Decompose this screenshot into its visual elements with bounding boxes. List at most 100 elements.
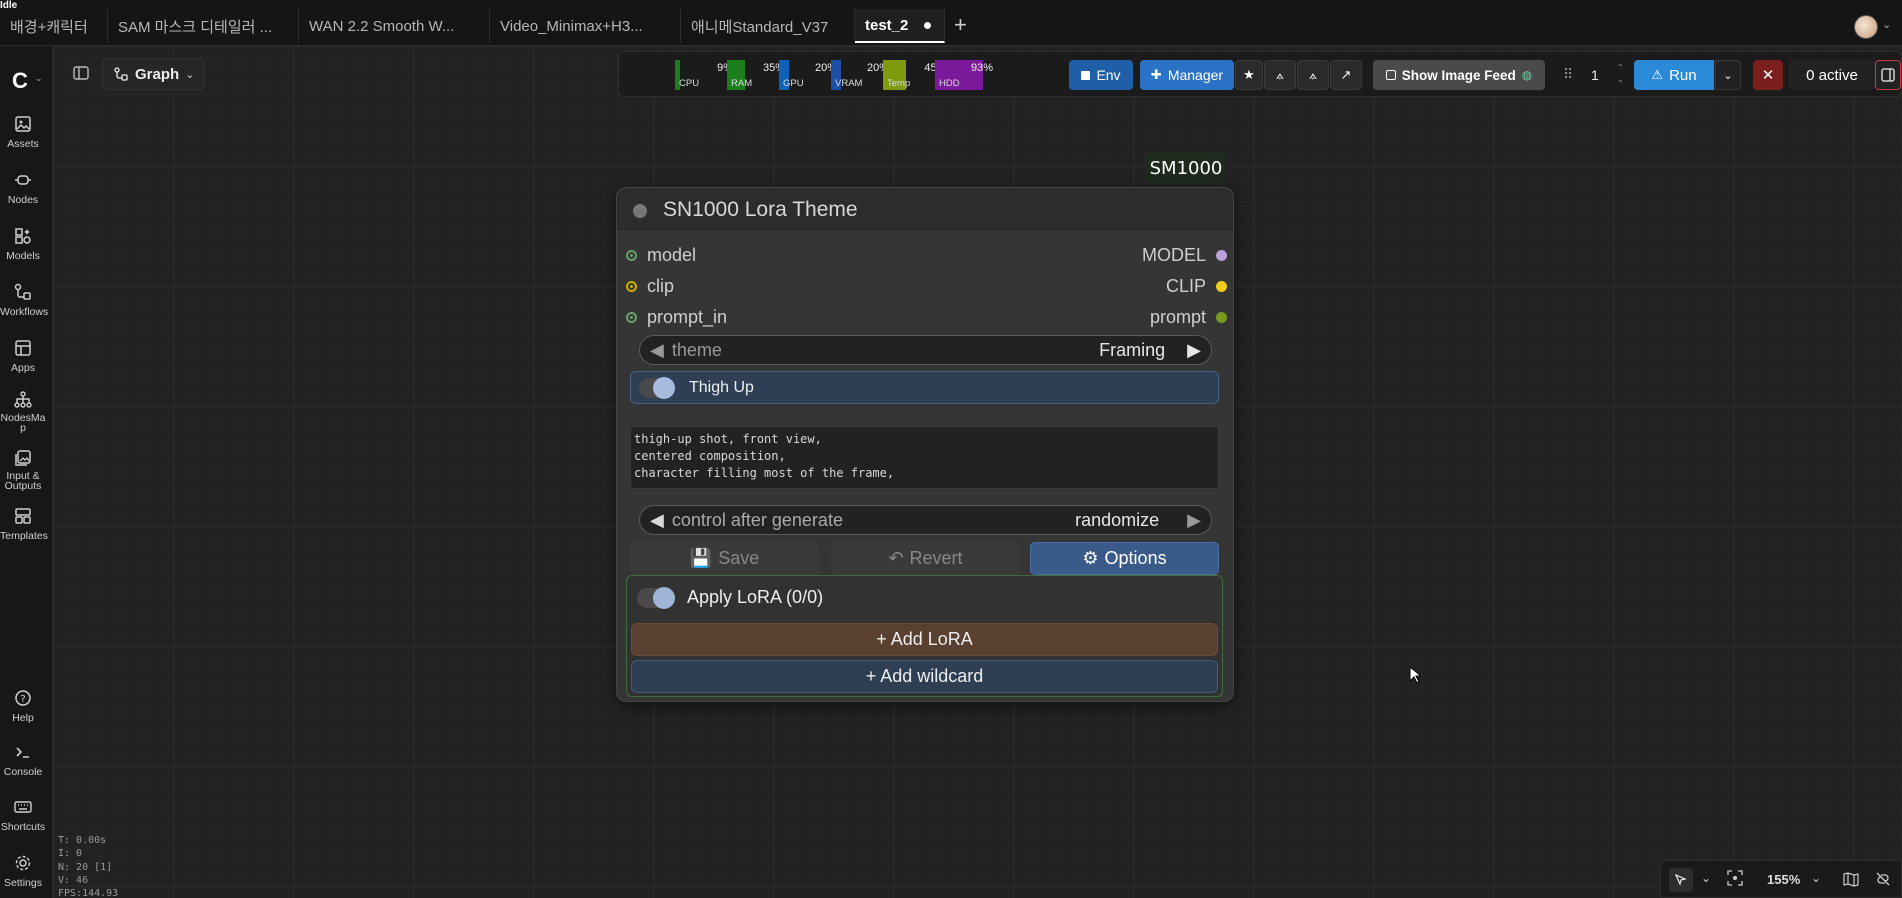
input-slot-model[interactable]: model [626, 245, 696, 266]
apply-lora-toggle[interactable] [637, 586, 675, 609]
new-tab-plus-icon[interactable]: + [954, 12, 967, 38]
sidebar-item-apps[interactable]: Apps [0, 339, 46, 374]
left-arrow-icon[interactable]: ◀ [650, 340, 664, 361]
sidebar-item-nodes[interactable]: Nodes [0, 171, 46, 206]
image-feed-icon [1385, 70, 1396, 80]
env-button[interactable]: Env [1069, 60, 1133, 90]
undo-icon: ↶ [888, 548, 904, 568]
canvas-controls: ⌄ 155% ⌄ [1660, 860, 1902, 898]
queue-stepper-icon[interactable]: ⌃ ⌄ [1617, 62, 1624, 86]
chevron-down-icon[interactable]: ⌄ [1882, 18, 1891, 31]
toggle-panel-icon[interactable] [72, 64, 92, 84]
io-icon [15, 450, 31, 466]
collapse-dot-icon[interactable] [633, 204, 647, 218]
right-arrow-icon[interactable]: ▶ [1187, 510, 1201, 531]
right-arrow-icon[interactable]: ▶ [1187, 340, 1201, 361]
share-icon[interactable]: ↗ [1330, 60, 1362, 90]
user-avatar[interactable] [1854, 15, 1878, 39]
sidebar-item-console[interactable]: Console [0, 743, 46, 778]
left-sidebar: C ⌄ Assets Nodes Models Workflows Apps N… [0, 46, 53, 898]
revert-button[interactable]: ↶ Revert [831, 542, 1020, 575]
options-button[interactable]: ⚙ Options [1030, 542, 1219, 575]
tab-video-minimax[interactable]: Video_Minimax+H3... [490, 9, 681, 43]
comfy-logo-icon[interactable]: C [12, 68, 28, 94]
graph-breadcrumb-button[interactable]: Graph ⌄ [102, 58, 206, 90]
sidebar-item-shortcuts[interactable]: Shortcuts [0, 798, 46, 833]
sidebar-item-help[interactable]: ? Help [0, 689, 46, 724]
save-button[interactable]: 💾 Save [630, 542, 819, 575]
apply-lora-row[interactable]: Apply LoRA (0/0) [637, 586, 823, 609]
control-label: control after generate [671, 509, 843, 530]
run-button[interactable]: ⚠ Run [1634, 60, 1714, 90]
output-dot-icon[interactable] [1216, 281, 1227, 292]
theme-combo[interactable]: ◀ theme Framing ▶ [639, 335, 1212, 365]
manager-button[interactable]: ✚ Manager [1140, 60, 1234, 90]
tab-bar: Idle 배경+캐릭터 SAM 마스크 디테일러 ... WAN 2.2 Smo… [0, 0, 1902, 46]
run-options-chevron-icon[interactable]: ⌄ [1715, 60, 1741, 90]
tab-bg-character[interactable]: 배경+캐릭터 [0, 9, 108, 43]
show-image-feed-button[interactable]: Show Image Feed ◍ [1373, 60, 1545, 90]
tab-label: WAN 2.2 Smooth W... [309, 17, 455, 35]
chevron-down-icon[interactable]: ⌄ [35, 73, 43, 84]
output-slot-model[interactable]: MODEL [1142, 245, 1227, 266]
active-count-label: 0 active [1806, 66, 1858, 84]
active-count-button[interactable]: 0 active [1789, 60, 1875, 90]
tab-sam-mask[interactable]: SAM 마스크 디테일러 ... [108, 9, 299, 43]
thigh-up-toggle[interactable] [639, 376, 675, 399]
sidebar-item-templates[interactable]: Templates [0, 507, 48, 542]
input-dot-icon[interactable] [626, 250, 637, 261]
chevron-down-icon[interactable]: ⌄ [1701, 871, 1711, 885]
fit-view-icon[interactable] [1727, 870, 1743, 891]
toggle-right-panel-icon[interactable] [1875, 60, 1901, 90]
gear-icon [15, 855, 31, 871]
sidebar-item-settings[interactable]: Settings [0, 854, 46, 889]
control-after-generate-combo[interactable]: ◀ control after generate randomize ▶ [639, 505, 1212, 535]
add-wildcard-button[interactable]: + Add wildcard [631, 660, 1218, 693]
sidebar-item-label: Models [6, 250, 40, 262]
sidebar-item-label: Nodes [7, 194, 39, 206]
cancel-run-icon[interactable]: ✕ [1753, 60, 1783, 90]
sidebar-item-models[interactable]: Models [0, 227, 46, 262]
output-slot-clip[interactable]: CLIP [1166, 276, 1227, 297]
manager-label: Manager [1167, 67, 1224, 83]
minimap-icon[interactable] [1843, 871, 1859, 892]
sidebar-item-assets[interactable]: Assets [0, 115, 46, 150]
templates-icon [15, 508, 31, 524]
slot-label: prompt [1149, 307, 1206, 327]
tab-label: Video_Minimax+H3... [500, 17, 643, 35]
sidebar-item-input-outputs[interactable]: Input & Outputs [0, 449, 46, 491]
warning-icon: ⚠ [1651, 67, 1664, 82]
input-slot-prompt-in[interactable]: prompt_in [626, 307, 727, 328]
left-arrow-icon[interactable]: ◀ [650, 510, 664, 531]
stat-v: V: 46 [58, 874, 89, 886]
output-dot-icon[interactable] [1216, 250, 1227, 261]
node-header[interactable]: SN1000 Lora Theme [617, 188, 1233, 232]
chevron-down-icon[interactable]: ⌄ [1811, 871, 1821, 885]
image-feed-label: Show Image Feed [1401, 67, 1516, 83]
stat-fps: FPS:144.93 [58, 888, 119, 898]
output-slot-prompt[interactable]: prompt [1150, 307, 1227, 328]
tab-anime-standard[interactable]: 애니메Standard_V37 [681, 9, 855, 43]
tab-test-2[interactable]: test_2 [855, 9, 945, 43]
drag-handle-icon[interactable]: ⠿ [1563, 66, 1573, 83]
sidebar-item-label: Console [3, 766, 43, 778]
lora-theme-node[interactable]: SN1000 Lora Theme model clip prompt_in M… [616, 187, 1234, 702]
output-dot-icon[interactable] [1216, 312, 1227, 323]
select-mode-icon[interactable] [1669, 868, 1693, 892]
top-toolbar: CPU 9% RAM 35% GPU 20% VRAM 20% Temp 45° HDD 93% En… [618, 51, 1902, 97]
tab-wan-smooth[interactable]: WAN 2.2 Smooth W... [299, 9, 490, 43]
add-lora-button[interactable]: + Add LoRA [631, 623, 1218, 656]
zoom-level[interactable]: 155% [1767, 872, 1800, 887]
sidebar-item-nodesmap[interactable]: NodesMa p [0, 391, 46, 433]
sidebar-item-workflows[interactable]: Workflows [0, 283, 48, 318]
thigh-up-toggle-row[interactable]: Thigh Up [630, 371, 1219, 404]
model-download-icon[interactable]: ⟑ [1264, 60, 1296, 90]
input-slot-clip[interactable]: clip [626, 276, 674, 297]
monitor-value: 93% [970, 62, 993, 74]
star-icon[interactable]: ★ [1235, 60, 1263, 90]
input-dot-icon[interactable] [626, 281, 637, 292]
prompt-textarea[interactable]: thigh-up shot, front view, centered comp… [630, 426, 1219, 489]
hide-links-icon[interactable] [1875, 871, 1891, 892]
model-sync-icon[interactable]: ⟑ [1297, 60, 1329, 90]
input-dot-icon[interactable] [626, 312, 637, 323]
